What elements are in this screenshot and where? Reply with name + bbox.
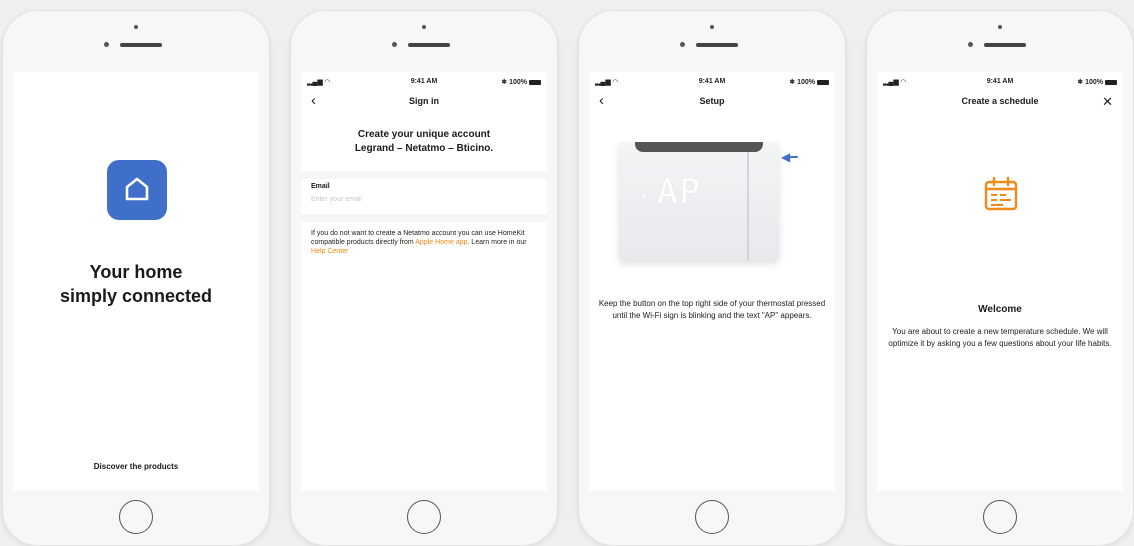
section-divider — [301, 171, 547, 179]
thermostat-top-bar — [635, 142, 763, 152]
battery-icon — [1105, 79, 1117, 85]
earpiece-speaker — [120, 43, 162, 47]
front-camera — [134, 25, 138, 29]
welcome-heading-line1: Your home — [89, 262, 183, 282]
phone-frame: Your home simply connected Discover the … — [2, 10, 270, 546]
battery-percent: 100% — [509, 79, 527, 86]
apple-home-app-link[interactable]: Apple Home app — [415, 239, 467, 246]
sensor-dot — [968, 42, 973, 47]
section-divider — [301, 214, 547, 222]
nav-title: Create a schedule — [961, 96, 1039, 106]
battery-percent: 100% — [1085, 79, 1103, 86]
wifi-indicator-dot — [643, 194, 646, 197]
welcome-screen: Your home simply connected Discover the … — [13, 72, 259, 490]
create-account-line2: Legrand – Netatmo – Bticino. — [354, 143, 494, 154]
earpiece-speaker — [696, 43, 738, 47]
home-button[interactable] — [983, 500, 1017, 534]
welcome-heading: Your home simply connected — [13, 260, 259, 308]
arrow-left-icon: ◀━ — [781, 150, 798, 164]
nav-title: Setup — [699, 96, 725, 106]
sign-in-screen: ▂▄▆ ◠ 9:41 AM ✱ 100% ‹ Sign in Create yo… — [301, 72, 547, 490]
email-field[interactable] — [311, 192, 537, 207]
app-logo — [107, 160, 167, 220]
front-camera — [422, 25, 426, 29]
info-mid-text: . Learn more in our — [467, 239, 527, 246]
battery-icon — [817, 79, 829, 85]
battery-icon — [529, 79, 541, 85]
home-button[interactable] — [407, 500, 441, 534]
sensor-dot — [392, 42, 397, 47]
front-camera — [998, 25, 1002, 29]
thermostat-illustration: AP ◀━ — [619, 142, 797, 268]
email-label: Email — [311, 183, 330, 190]
setup-instruction: Keep the button on the top right side of… — [598, 299, 826, 320]
front-camera — [710, 25, 714, 29]
close-icon[interactable]: ✕ — [1102, 93, 1113, 111]
home-icon — [125, 177, 149, 201]
schedule-description: You are about to create a new temperatur… — [888, 327, 1112, 348]
thermostat-button-seam — [747, 152, 749, 260]
battery-indicator: ✱ 100% — [1077, 78, 1117, 86]
setup-screen: ▂▄▆ ◠ 9:41 AM ✱ 100% ‹ Setup AP ◀━ Keep … — [589, 72, 835, 490]
phone-frame: ▂▄▆ ◠ 9:41 AM ✱ 100% Create a schedule ✕… — [866, 10, 1134, 546]
battery-indicator: ✱ 100% — [501, 78, 541, 86]
nav-title: Sign in — [409, 96, 439, 106]
nav-bar: Create a schedule ✕ — [877, 92, 1123, 112]
earpiece-speaker — [408, 43, 450, 47]
home-button[interactable] — [695, 500, 729, 534]
earpiece-speaker — [984, 43, 1026, 47]
homekit-info-text: If you do not want to create a Netatmo a… — [311, 229, 537, 256]
battery-percent: 100% — [797, 79, 815, 86]
welcome-heading-line2: simply connected — [59, 286, 213, 306]
phone-frame: ▂▄▆ ◠ 9:41 AM ✱ 100% ‹ Setup AP ◀━ Keep … — [578, 10, 846, 546]
nav-bar: ‹ Setup — [589, 92, 835, 112]
create-account-heading: Create your unique account Legrand – Net… — [301, 128, 547, 156]
create-account-line1: Create your unique account — [357, 129, 491, 140]
discover-products-link[interactable]: Discover the products — [13, 462, 259, 471]
status-bar: ▂▄▆ ◠ 9:41 AM ✱ 100% — [301, 78, 547, 90]
help-center-link[interactable]: Help Center — [311, 248, 348, 255]
battery-indicator: ✱ 100% — [789, 78, 829, 86]
home-button[interactable] — [119, 500, 153, 534]
thermostat-body: AP — [619, 142, 779, 260]
calendar-icon — [984, 176, 1018, 211]
sensor-dot — [104, 42, 109, 47]
create-schedule-screen: ▂▄▆ ◠ 9:41 AM ✱ 100% Create a schedule ✕… — [877, 72, 1123, 490]
welcome-title: Welcome — [978, 304, 1022, 315]
sensor-dot — [680, 42, 685, 47]
phone-frame: ▂▄▆ ◠ 9:41 AM ✱ 100% ‹ Sign in Create yo… — [290, 10, 558, 546]
status-bar: ▂▄▆ ◠ 9:41 AM ✱ 100% — [877, 78, 1123, 90]
thermostat-display-text: AP — [657, 172, 702, 212]
nav-bar: ‹ Sign in — [301, 92, 547, 112]
status-bar: ▂▄▆ ◠ 9:41 AM ✱ 100% — [589, 78, 835, 90]
